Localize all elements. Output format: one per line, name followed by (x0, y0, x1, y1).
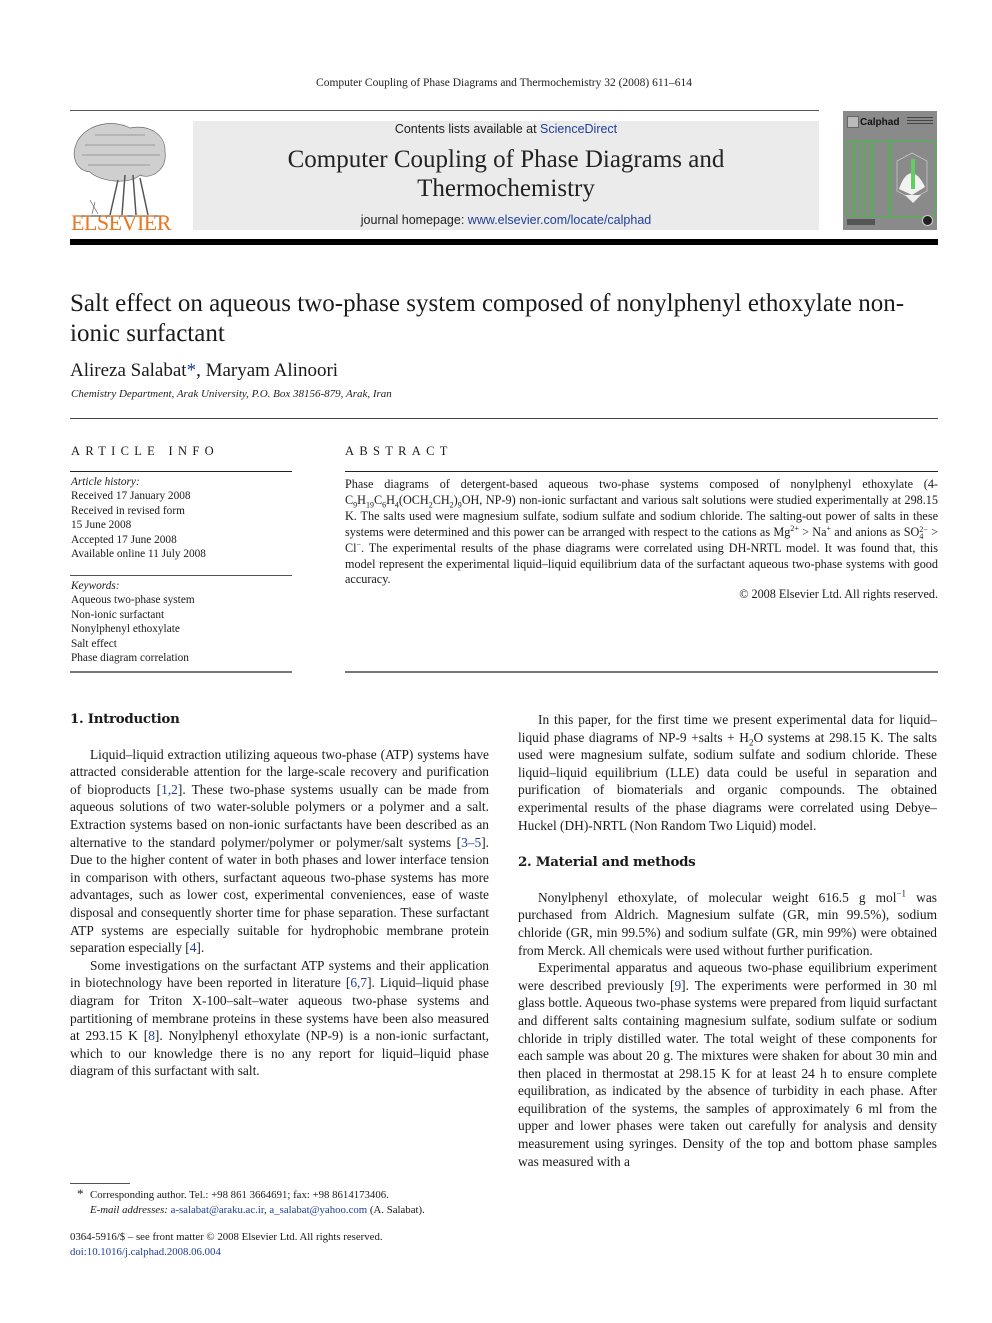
superscript: −1 (896, 888, 907, 899)
intro-paragraph-3: In this paper, for the first time we pre… (518, 711, 937, 834)
corresponding-author-marker[interactable]: * (187, 360, 197, 381)
affiliation: Chemistry Department, Arak University, P… (71, 388, 392, 400)
article-info-heading: ARTICLE INFO (71, 444, 219, 458)
email-label: E-mail addresses: (90, 1203, 168, 1216)
journal-cover-thumbnail[interactable]: Calphad (843, 111, 937, 230)
publisher-logo-text: ELSEVIER (71, 210, 171, 235)
corresponding-author-text: Corresponding author. Tel.: +98 861 3664… (90, 1189, 389, 1201)
cover-green-bar (847, 140, 853, 217)
citation-link[interactable]: 1,2 (161, 782, 178, 797)
text-fragment: O systems at 298.15 K. The salts used we… (518, 729, 937, 833)
cover-green-bar (864, 140, 871, 217)
sulfate-script: 2− 4 (919, 525, 928, 541)
text-fragment: ]. Due to the higher content of water in… (70, 834, 489, 956)
intro-paragraph-1: Liquid–liquid extraction utilizing aqueo… (70, 746, 489, 957)
abstract-fragment: C (373, 492, 383, 507)
abstract-fragment: and anions as SO (831, 524, 920, 539)
abstract-rule (345, 471, 938, 472)
homepage-line: journal homepage: www.elsevier.com/locat… (193, 213, 819, 227)
author-separator: , (196, 360, 206, 381)
corresponding-author-footnote: * Corresponding author. Tel.: +98 861 366… (70, 1186, 500, 1217)
cover-phase-diagram-icon (896, 152, 928, 203)
author-list: Alireza Salabat*, Maryam Alinoori (70, 360, 338, 382)
history-item: Received 17 January 2008 (71, 490, 191, 503)
header-rule (70, 110, 819, 111)
banner-thick-rule (70, 239, 938, 245)
running-head: Computer Coupling of Phase Diagrams and … (316, 77, 692, 89)
article-title: Salt effect on aqueous two-phase system … (70, 290, 905, 347)
email-link[interactable]: a_salabat@yahoo.com (269, 1204, 367, 1216)
issn-line: 0364-5916/$ – see front matter © 2008 El… (70, 1231, 383, 1243)
journal-title-line-2: Thermochemistry (417, 175, 595, 202)
text-fragment: ]. The experiments were performed in 30 … (518, 977, 938, 1169)
affiliation-rule (70, 418, 938, 419)
citation-link[interactable]: 3–5 (461, 835, 481, 850)
section-heading-methods: 2. Material and methods (518, 854, 696, 871)
keywords-rule (70, 575, 292, 576)
issn-block: 0364-5916/$ – see front matter © 2008 El… (70, 1230, 500, 1259)
subscript: 4 (919, 531, 924, 541)
sciencedirect-link[interactable]: ScienceDirect (540, 122, 617, 136)
footnote-rule (70, 1183, 130, 1184)
cover-green-bar (873, 140, 889, 217)
superscript: 2+ (790, 523, 799, 533)
citation-link[interactable]: 6,7 (350, 975, 367, 990)
intro-paragraph-2: Some investigations on the surfactant AT… (70, 957, 489, 1080)
cover-publisher-mark (847, 219, 875, 225)
keywords: Keywords: Aqueous two-phase system Non-i… (71, 579, 195, 665)
article-history-label: Article history: (71, 476, 140, 488)
abstract-text: Phase diagrams of detergent-based aqueou… (345, 477, 938, 588)
abstract-fragment: (OCH (398, 492, 429, 507)
cover-seal-icon (922, 215, 933, 226)
journal-homepage-link[interactable]: www.elsevier.com/locate/calphad (468, 213, 651, 227)
methods-paragraph-2: Experimental apparatus and aqueous two-p… (518, 959, 937, 1170)
journal-title-line-1: Computer Coupling of Phase Diagrams and (287, 146, 725, 173)
citation-link[interactable]: 8 (148, 1028, 155, 1043)
keyword-item: Nonylphenyl ethoxylate (71, 623, 180, 636)
abstract-copyright: © 2008 Elsevier Ltd. All rights reserved… (739, 587, 938, 601)
abstract-fragment: . The experimental results of the phase … (345, 540, 938, 587)
article-info-rule (70, 471, 292, 472)
cover-title: Calphad (860, 117, 900, 128)
keyword-item: Aqueous two-phase system (71, 594, 195, 607)
email-owner: (A. Salabat). (367, 1203, 425, 1216)
keyword-item: Salt effect (71, 637, 117, 650)
keyword-item: Non-ionic surfactant (71, 608, 165, 621)
history-item: Available online 11 July 2008 (71, 548, 206, 561)
section-heading-introduction: 1. Introduction (70, 711, 180, 727)
contents-line: Contents lists available at ScienceDirec… (193, 122, 819, 136)
abstract-fragment: H (386, 492, 395, 507)
text-fragment: Nonylphenyl ethoxylate, of molecular wei… (538, 889, 897, 905)
doi-link[interactable]: doi:10.1016/j.calphad.2008.06.004 (70, 1246, 221, 1258)
contents-prefix: Contents lists available at (394, 122, 541, 136)
cover-green-bar (855, 140, 862, 217)
article-info-bottom-rule (70, 671, 292, 673)
abstract-fragment: CH (432, 492, 450, 507)
email-link[interactable]: a-salabat@araku.ac.ir (171, 1204, 264, 1216)
author-name: Alireza Salabat (70, 360, 187, 381)
keyword-item: Phase diagram correlation (71, 652, 189, 665)
abstract-heading: ABSTRACT (345, 444, 453, 458)
body-column-right: In this paper, for the first time we pre… (518, 711, 937, 1170)
history-item: Received in revised form (71, 504, 185, 517)
journal-title: Computer Coupling of Phase Diagrams and … (193, 145, 819, 203)
cover-emblem-icon (847, 116, 859, 128)
history-item: Accepted 17 June 2008 (71, 533, 177, 546)
text-fragment: ]. (196, 940, 205, 956)
article-history: Article history: Received 17 January 200… (71, 475, 206, 561)
keywords-label: Keywords: (71, 580, 120, 592)
abstract-fragment: H (357, 492, 366, 507)
history-item: 15 June 2008 (71, 519, 132, 532)
abstract-bottom-rule (345, 671, 938, 673)
homepage-prefix: journal homepage: (360, 213, 468, 227)
cover-subtitle-lines (907, 117, 933, 126)
footnote-marker: * (77, 1186, 84, 1201)
abstract-fragment: > Na (798, 524, 827, 539)
body-column-left: 1. Introduction Liquid–liquid extraction… (70, 711, 489, 1080)
methods-paragraph-1: Nonylphenyl ethoxylate, of molecular wei… (518, 889, 937, 959)
author-name: Maryam Alinoori (205, 360, 339, 381)
